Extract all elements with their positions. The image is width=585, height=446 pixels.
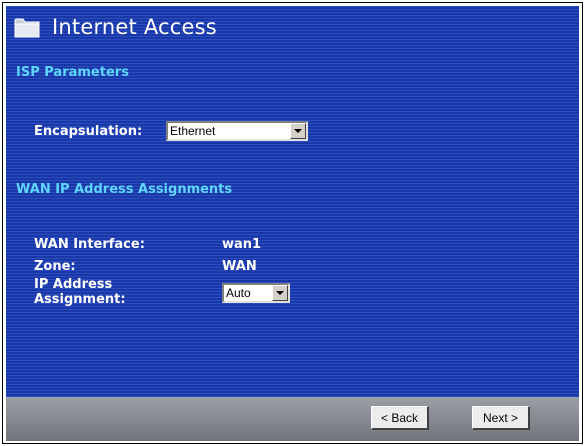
wan-interface-value: wan1 bbox=[222, 237, 262, 252]
ip-assignment-label: IP Address Assignment: bbox=[34, 277, 126, 307]
chevron-down-icon[interactable] bbox=[290, 123, 306, 139]
ip-assignment-value: Auto bbox=[226, 286, 251, 300]
chevron-down-icon[interactable] bbox=[272, 285, 288, 301]
content-panel: Internet Access ISP Parameters Encapsula… bbox=[6, 6, 579, 397]
ip-label-line2: Assignment: bbox=[34, 292, 126, 307]
wan-interface-label: WAN Interface: bbox=[34, 237, 145, 252]
back-button[interactable]: < Back bbox=[371, 406, 429, 430]
button-bar: < Back Next > bbox=[6, 397, 579, 441]
encapsulation-select[interactable]: Ethernet bbox=[166, 121, 308, 141]
next-button[interactable]: Next > bbox=[472, 406, 530, 430]
encapsulation-value: Ethernet bbox=[170, 124, 216, 138]
page-title: Internet Access bbox=[52, 15, 217, 39]
ip-label-line1: IP Address bbox=[34, 277, 113, 292]
header: Internet Access bbox=[14, 12, 217, 42]
encapsulation-label: Encapsulation: bbox=[34, 124, 143, 139]
wan-ip-heading: WAN IP Address Assignments bbox=[16, 182, 233, 197]
wizard-window: Internet Access ISP Parameters Encapsula… bbox=[2, 2, 583, 444]
zone-label: Zone: bbox=[34, 259, 76, 274]
isp-parameters-heading: ISP Parameters bbox=[16, 65, 129, 80]
folder-icon bbox=[14, 18, 40, 38]
ip-assignment-select[interactable]: Auto bbox=[222, 283, 290, 303]
zone-value: WAN bbox=[222, 259, 257, 274]
